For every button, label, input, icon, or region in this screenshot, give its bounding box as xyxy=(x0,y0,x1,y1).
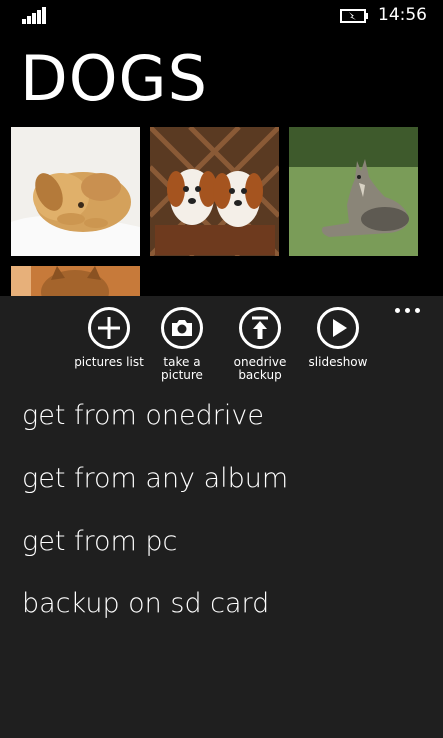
pictures-list-label: pictures list xyxy=(74,355,144,369)
two-puppies-photo[interactable] xyxy=(150,127,279,256)
add-icon xyxy=(88,307,130,349)
play-icon xyxy=(317,307,359,349)
menu-item-backup-on-sd-card[interactable]: backup on sd card xyxy=(22,588,269,619)
dog-photo-partial[interactable] xyxy=(11,266,140,296)
onedrive-backup-label: onedrive backup xyxy=(233,355,287,382)
slideshow-label: slideshow xyxy=(308,355,368,369)
take-a-picture-button[interactable]: take a picture xyxy=(146,306,218,382)
page-title: DOGS xyxy=(20,42,208,115)
menu-item-get-from-pc[interactable]: get from pc xyxy=(22,526,177,557)
wolf-dog-on-grass-photo[interactable] xyxy=(289,127,418,256)
signal-strength-icon xyxy=(22,6,48,24)
menu-item-get-from-onedrive[interactable]: get from onedrive xyxy=(22,400,264,431)
camera-icon xyxy=(161,307,203,349)
upload-icon xyxy=(239,307,281,349)
pictures-list-button[interactable]: pictures list xyxy=(73,306,145,369)
onedrive-backup-button[interactable]: onedrive backup xyxy=(224,306,296,382)
sleeping-puppy-photo[interactable] xyxy=(11,127,140,256)
take-a-picture-label: take a picture xyxy=(161,355,203,382)
app-bar: pictures list take a picture onedrive ba… xyxy=(0,296,443,738)
menu-item-get-from-any-album[interactable]: get from any album xyxy=(22,463,288,494)
battery-charging-icon xyxy=(340,9,368,23)
clock: 14:56 xyxy=(378,5,427,25)
status-bar: 14:56 xyxy=(0,0,443,32)
phone-screen: 14:56 DOGS pictures list take a picture … xyxy=(0,0,443,738)
slideshow-button[interactable]: slideshow xyxy=(302,306,374,369)
ellipsis-icon[interactable] xyxy=(395,304,421,316)
